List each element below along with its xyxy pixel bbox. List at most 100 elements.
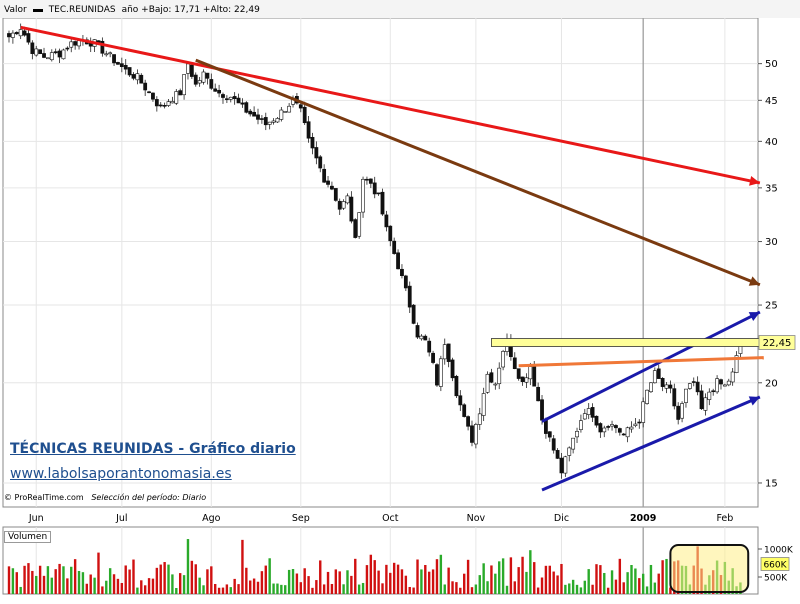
volume-bar xyxy=(591,584,594,594)
candle-body xyxy=(123,64,128,70)
candle-body xyxy=(559,457,564,474)
candle-body xyxy=(283,111,288,113)
candle-body xyxy=(18,29,23,37)
candle-body xyxy=(477,413,482,425)
candle-body xyxy=(349,196,354,222)
candle-body xyxy=(664,384,669,389)
candle-body xyxy=(687,383,692,389)
candle-body xyxy=(400,268,404,277)
candle-body xyxy=(361,178,365,213)
volume-bar xyxy=(299,582,302,594)
website-link[interactable]: www.labolsaporantonomasia.es xyxy=(10,466,232,482)
candle-body xyxy=(625,427,630,438)
candle-body xyxy=(384,214,389,228)
candle-body xyxy=(684,388,688,403)
volume-bar xyxy=(447,567,450,594)
candle-body xyxy=(621,433,626,436)
volume-bar xyxy=(466,559,470,594)
volume-bar xyxy=(178,573,182,594)
candle-body xyxy=(298,104,303,109)
volume-tick-label: 500K xyxy=(764,574,788,584)
candle-body xyxy=(652,370,657,384)
volume-bar xyxy=(583,580,587,594)
volume-bar xyxy=(237,584,240,594)
candle-body xyxy=(201,71,206,83)
candle-body xyxy=(143,82,148,91)
candle-body xyxy=(170,101,175,104)
candle-body xyxy=(532,365,537,387)
volume-bar xyxy=(31,570,34,594)
volume-bar xyxy=(431,569,435,594)
candle-body xyxy=(259,118,264,120)
candle-body xyxy=(252,111,257,117)
candle-body xyxy=(368,178,373,184)
volume-bar xyxy=(217,587,221,594)
volume-bar xyxy=(101,586,104,594)
candle-body xyxy=(423,335,428,341)
volume-bar xyxy=(641,573,645,594)
volume-bar xyxy=(225,584,229,594)
candle-body xyxy=(473,424,478,445)
y-tick-label: 30 xyxy=(765,237,778,248)
candle-body xyxy=(555,450,560,459)
candle-body xyxy=(629,426,634,430)
candle-body xyxy=(42,53,46,58)
volume-bar xyxy=(143,585,147,594)
candle-body xyxy=(411,304,416,324)
candle-body xyxy=(516,368,521,379)
volume-bar xyxy=(517,567,520,594)
volume-bar xyxy=(439,554,443,594)
volume-bar xyxy=(97,552,100,594)
volume-bar xyxy=(198,577,201,594)
volume-bar xyxy=(182,575,186,594)
candle-body xyxy=(649,382,653,393)
volume-bar xyxy=(626,572,629,594)
candle-body xyxy=(606,426,611,428)
candle-body xyxy=(707,391,712,400)
candle-body xyxy=(547,431,552,438)
candle-body xyxy=(14,32,19,35)
candle-body xyxy=(22,30,27,36)
candle-body xyxy=(34,48,39,56)
volume-bar xyxy=(525,571,528,594)
candle-body xyxy=(668,384,673,389)
candle-body xyxy=(454,375,459,397)
candle-body xyxy=(69,41,74,48)
candle-body xyxy=(30,42,35,54)
x-tick-label: Sep xyxy=(292,513,310,524)
candle-body xyxy=(598,423,603,433)
candle-body xyxy=(162,105,167,107)
volume-bar xyxy=(369,554,373,594)
volume-bar xyxy=(338,571,341,594)
candle-body xyxy=(353,219,358,238)
volume-bar xyxy=(319,560,322,594)
volume-bar xyxy=(486,581,489,594)
volume-bar xyxy=(206,569,209,594)
candle-body xyxy=(602,427,607,433)
volume-bar xyxy=(330,583,334,594)
volume-bar xyxy=(190,560,194,594)
candle-body xyxy=(279,109,284,120)
volume-bar xyxy=(490,565,493,594)
volume-bar xyxy=(579,587,583,594)
volume-bar xyxy=(108,568,112,594)
candle-body xyxy=(314,147,319,159)
candle-body xyxy=(520,376,525,382)
current-volume-label: 660K xyxy=(763,561,787,571)
candle-body xyxy=(571,437,576,450)
candle-body xyxy=(330,185,334,190)
volume-bar xyxy=(221,587,225,594)
volume-bar xyxy=(167,564,170,594)
volume-bar xyxy=(653,582,657,594)
price-panel xyxy=(2,17,759,508)
volume-bar xyxy=(361,582,365,594)
volume-bar xyxy=(451,581,454,594)
candle-body xyxy=(403,275,408,289)
candle-body xyxy=(497,367,502,385)
candle-body xyxy=(228,96,233,100)
candle-body xyxy=(189,64,194,77)
volume-bar xyxy=(23,565,26,594)
candle-body xyxy=(481,393,486,416)
volume-bar xyxy=(120,582,124,594)
volume-bar xyxy=(73,559,77,594)
